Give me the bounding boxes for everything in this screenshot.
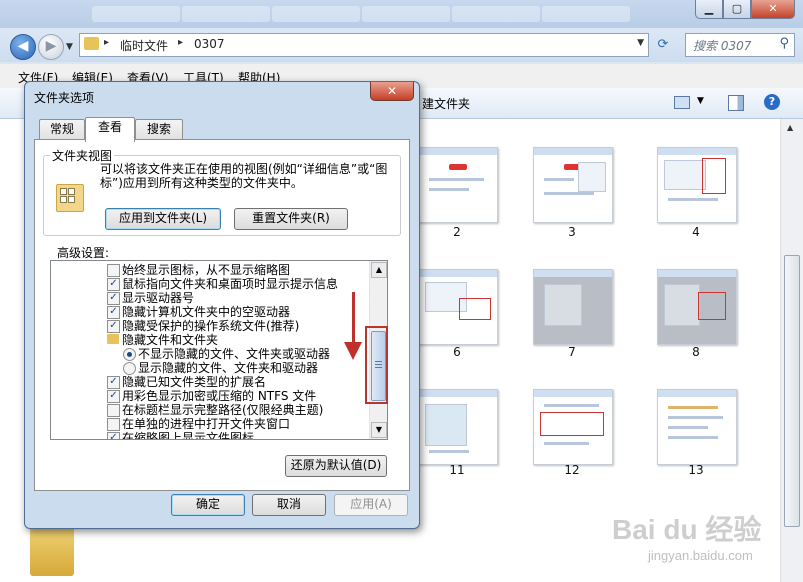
- help-icon[interactable]: ?: [764, 94, 780, 110]
- explorer-titlebar: ▁ ▢ ✕: [0, 0, 803, 28]
- history-dropdown-icon[interactable]: ▼: [66, 42, 73, 52]
- background-taskbar-tab: [272, 6, 360, 22]
- file-name[interactable]: 2: [418, 225, 496, 239]
- folder-options-dialog: 文件夹选项 ✕ 常规 查看 搜索 文件夹视图 可以将该文件夹正在使用的视图(例如…: [24, 81, 420, 529]
- checkbox-checked[interactable]: ✓: [107, 320, 120, 333]
- breadcrumb-item[interactable]: 临时文件: [120, 37, 168, 54]
- tab-view[interactable]: 查看: [85, 117, 135, 142]
- search-icon[interactable]: ⚲: [779, 36, 789, 51]
- file-name[interactable]: 8: [657, 345, 735, 359]
- image-thumbnail[interactable]: [533, 269, 613, 345]
- folder-icon: [84, 37, 99, 50]
- apply-button[interactable]: 应用(A): [334, 494, 408, 516]
- background-taskbar-tab: [182, 6, 270, 22]
- advanced-settings-label: 高级设置:: [57, 246, 110, 260]
- folder-views-description: 可以将该文件夹正在使用的视图(例如“详细信息”或“图标”)应用到所有这种类型的文…: [100, 162, 388, 190]
- address-dropdown-icon[interactable]: ▼: [637, 38, 644, 48]
- image-thumbnail[interactable]: [533, 389, 613, 465]
- file-list-scrollbar[interactable]: ▲: [780, 119, 803, 582]
- search-box[interactable]: 搜索 0307 ⚲: [685, 33, 795, 57]
- checkbox[interactable]: [107, 264, 120, 277]
- checkbox-checked[interactable]: ✓: [107, 292, 120, 305]
- close-window-button[interactable]: ✕: [751, 0, 795, 19]
- breadcrumb-separator-icon[interactable]: ▸: [178, 37, 183, 48]
- restore-defaults-button[interactable]: 还原为默认值(D): [285, 455, 387, 477]
- refresh-icon[interactable]: ⟳: [652, 34, 674, 56]
- annotation-arrow-head: [344, 342, 362, 360]
- scroll-up-icon[interactable]: ▲: [371, 262, 387, 278]
- address-row: ◀ ▶ ▼ ▸ 临时文件 ▸ 0307 ▼ ⟳ 搜索 0307 ⚲: [0, 28, 803, 62]
- background-taskbar-tab: [542, 6, 630, 22]
- image-thumbnail[interactable]: [657, 269, 737, 345]
- image-thumbnail[interactable]: [418, 147, 498, 223]
- folder-views-icon: [56, 184, 84, 212]
- file-name[interactable]: 11: [418, 463, 496, 477]
- image-thumbnail[interactable]: [418, 389, 498, 465]
- tab-search[interactable]: 搜索: [135, 119, 183, 140]
- watermark-logo: Bai du 经验: [612, 514, 762, 545]
- checkbox-checked[interactable]: ✓: [107, 376, 120, 389]
- image-thumbnail[interactable]: [533, 147, 613, 223]
- checkbox[interactable]: [107, 404, 120, 417]
- radio[interactable]: [123, 362, 136, 375]
- search-input[interactable]: 搜索 0307: [693, 37, 751, 54]
- ok-button[interactable]: 确定: [171, 494, 245, 516]
- breadcrumb-item[interactable]: 0307: [194, 37, 225, 51]
- file-name[interactable]: 6: [418, 345, 496, 359]
- forward-button[interactable]: ▶: [38, 34, 64, 60]
- file-name[interactable]: 12: [533, 463, 611, 477]
- checkbox-checked[interactable]: ✓: [107, 432, 120, 439]
- image-thumbnail[interactable]: [418, 269, 498, 345]
- file-name[interactable]: 13: [657, 463, 735, 477]
- view-dropdown-icon[interactable]: ▼: [697, 96, 704, 106]
- address-bar[interactable]: ▸ 临时文件 ▸ 0307 ▼: [79, 33, 649, 57]
- dialog-close-button[interactable]: ✕: [370, 82, 414, 101]
- file-name[interactable]: 4: [657, 225, 735, 239]
- cancel-button[interactable]: 取消: [252, 494, 326, 516]
- background-taskbar-tab: [452, 6, 540, 22]
- advanced-settings-list[interactable]: 始终显示图标，从不显示缩略图 ✓ 鼠标指向文件夹和桌面项时显示提示信息 ✓ 显示…: [50, 260, 388, 440]
- file-name[interactable]: 3: [533, 225, 611, 239]
- folder-icon: [107, 334, 119, 344]
- watermark-url: jingyan.baidu.com: [648, 548, 753, 563]
- annotation-highlight-box: [365, 326, 388, 404]
- radio-selected[interactable]: [123, 348, 136, 361]
- image-thumbnail[interactable]: [657, 147, 737, 223]
- image-thumbnail[interactable]: [657, 389, 737, 465]
- preview-pane-icon[interactable]: [728, 95, 744, 111]
- background-taskbar-tab: [362, 6, 450, 22]
- reset-folders-button[interactable]: 重置文件夹(R): [234, 208, 348, 230]
- minimize-button[interactable]: ▁: [695, 0, 723, 19]
- new-folder-button[interactable]: 建文件夹: [422, 95, 470, 112]
- scrollbar-thumb[interactable]: [784, 255, 800, 527]
- folder-views-group: 文件夹视图 可以将该文件夹正在使用的视图(例如“详细信息”或“图标”)应用到所有…: [43, 147, 401, 236]
- checkbox-checked[interactable]: ✓: [107, 278, 120, 291]
- apply-to-folders-button[interactable]: 应用到文件夹(L): [105, 208, 221, 230]
- scroll-up-icon[interactable]: ▲: [787, 123, 793, 132]
- background-taskbar-tab: [92, 6, 180, 22]
- change-view-icon[interactable]: [674, 96, 690, 109]
- checkbox-checked[interactable]: ✓: [107, 306, 120, 319]
- checkbox[interactable]: [107, 418, 120, 431]
- scroll-down-icon[interactable]: ▼: [371, 422, 387, 438]
- file-name[interactable]: 7: [533, 345, 611, 359]
- checkbox-checked[interactable]: ✓: [107, 390, 120, 403]
- breadcrumb-separator-icon[interactable]: ▸: [104, 37, 109, 48]
- annotation-arrow: [352, 292, 355, 346]
- maximize-button[interactable]: ▢: [723, 0, 751, 19]
- dialog-title: 文件夹选项: [34, 91, 95, 105]
- back-button[interactable]: ◀: [10, 34, 36, 60]
- tab-general[interactable]: 常规: [39, 119, 85, 140]
